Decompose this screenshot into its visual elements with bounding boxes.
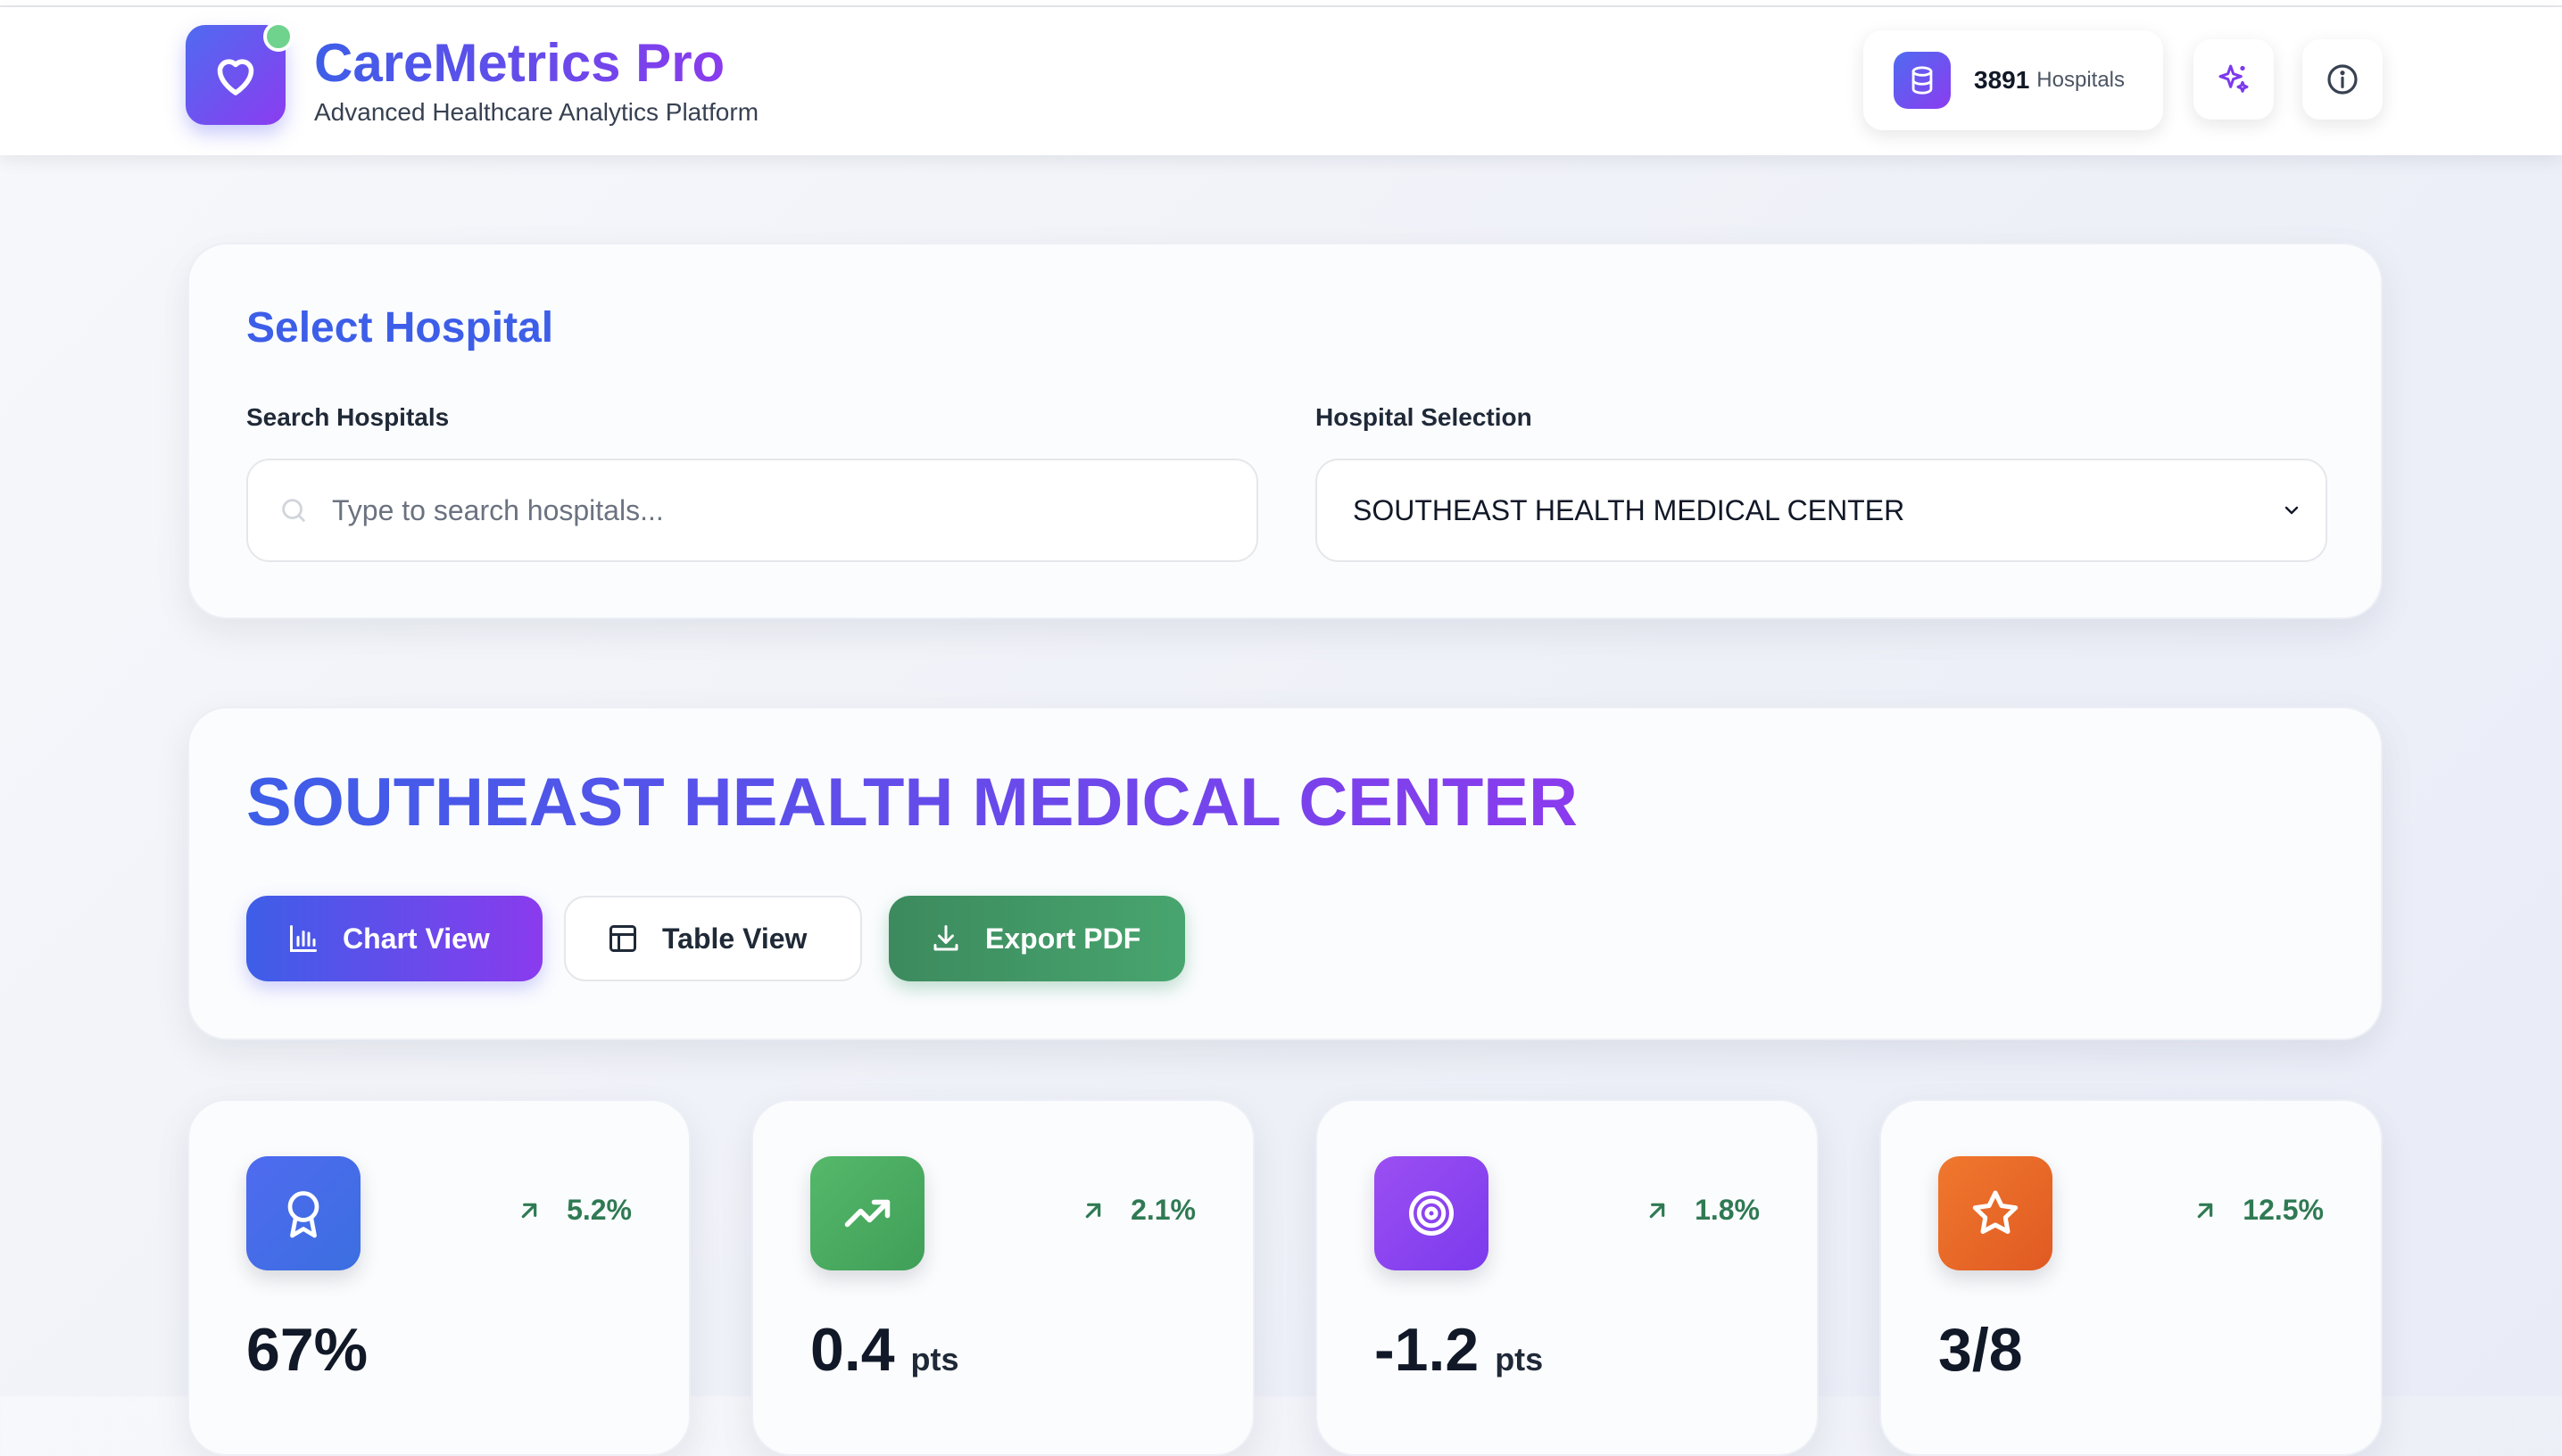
bar-chart-icon [290,925,317,952]
target-icon [1374,1156,1488,1270]
search-hospitals-input[interactable] [332,493,1224,527]
online-status-dot [263,21,294,52]
hospital-detail-card: SOUTHEAST HEALTH MEDICAL CENTER Chart Vi… [187,707,2383,1040]
metric-card-improvement: 2.1% 0.4 pts [751,1099,1255,1456]
info-button[interactable] [2302,39,2383,120]
metric-trend-value: 1.8% [1695,1194,1760,1226]
metric-trend-value: 2.1% [1131,1194,1196,1226]
chart-view-label: Chart View [343,922,490,955]
trending-up-icon [810,1156,924,1270]
chevron-down-icon [2284,506,2299,515]
award-icon [246,1156,361,1270]
download-icon [933,925,958,951]
export-pdf-button[interactable]: Export PDF [889,896,1185,981]
metric-value-number: 0.4 [810,1316,895,1384]
table-icon [609,925,636,952]
export-pdf-label: Export PDF [985,922,1141,955]
info-icon [2327,64,2358,95]
table-view-button[interactable]: Table View [564,896,862,981]
metric-value: -1.2 pts [1374,1315,1543,1385]
metric-trend: 12.5% [2191,1194,2324,1227]
select-hospital-card: Select Hospital Search Hospitals Hospita… [187,243,2383,619]
metric-card-quality: 5.2% 67% [187,1099,691,1456]
metric-card-rating: 12.5% 3/8 [1879,1099,2383,1456]
metric-card-target: 1.8% -1.2 pts [1315,1099,1819,1456]
selected-hospital-value: SOUTHEAST HEALTH MEDICAL CENTER [1353,493,1905,526]
search-hospitals-label: Search Hospitals [246,403,450,431]
metric-value-number: 3/8 [1938,1316,2023,1384]
ai-insights-button[interactable] [2193,39,2274,120]
database-icon [1894,52,1951,109]
heart-icon [217,59,254,95]
app-title: CareMetrics Pro [314,33,725,93]
search-icon [282,499,305,522]
hospital-count-badge: 3891 Hospitals [1863,30,2163,130]
metric-value: 0.4 pts [810,1315,959,1385]
metric-trend: 2.1% [1079,1194,1196,1227]
arrow-up-right-icon [1085,1203,1101,1218]
app-header: CareMetrics Pro Advanced Healthcare Anal… [0,7,2562,155]
metric-value: 67% [246,1315,368,1385]
metric-value-number: -1.2 [1374,1316,1480,1384]
hospital-name-heading: SOUTHEAST HEALTH MEDICAL CENTER [246,765,1578,840]
metric-value-unit: pts [910,1341,959,1377]
window-top-border [0,0,2562,7]
arrow-up-right-icon [2197,1203,2213,1218]
sparkles-icon [2218,64,2249,93]
table-view-label: Table View [662,922,808,955]
metric-trend: 5.2% [515,1194,632,1227]
arrow-up-right-icon [1649,1203,1665,1218]
metric-trend-value: 5.2% [567,1194,632,1226]
search-field[interactable] [246,459,1258,562]
chart-view-button[interactable]: Chart View [246,896,543,981]
metric-value-unit: pts [1495,1341,1544,1377]
select-hospital-title: Select Hospital [246,304,554,352]
hospital-selection-label: Hospital Selection [1315,403,1532,431]
star-icon [1938,1156,2052,1270]
hospital-count: 3891 [1974,66,2030,94]
hospital-select-dropdown[interactable]: SOUTHEAST HEALTH MEDICAL CENTER [1315,459,2327,562]
arrow-up-right-icon [521,1203,537,1218]
metric-trend: 1.8% [1643,1194,1760,1227]
app-subtitle: Advanced Healthcare Analytics Platform [314,98,759,126]
hospital-count-unit: Hospitals [2036,68,2126,92]
metric-trend-value: 12.5% [2243,1194,2324,1226]
metric-value-number: 67% [246,1316,369,1384]
metric-value: 3/8 [1938,1315,2023,1385]
